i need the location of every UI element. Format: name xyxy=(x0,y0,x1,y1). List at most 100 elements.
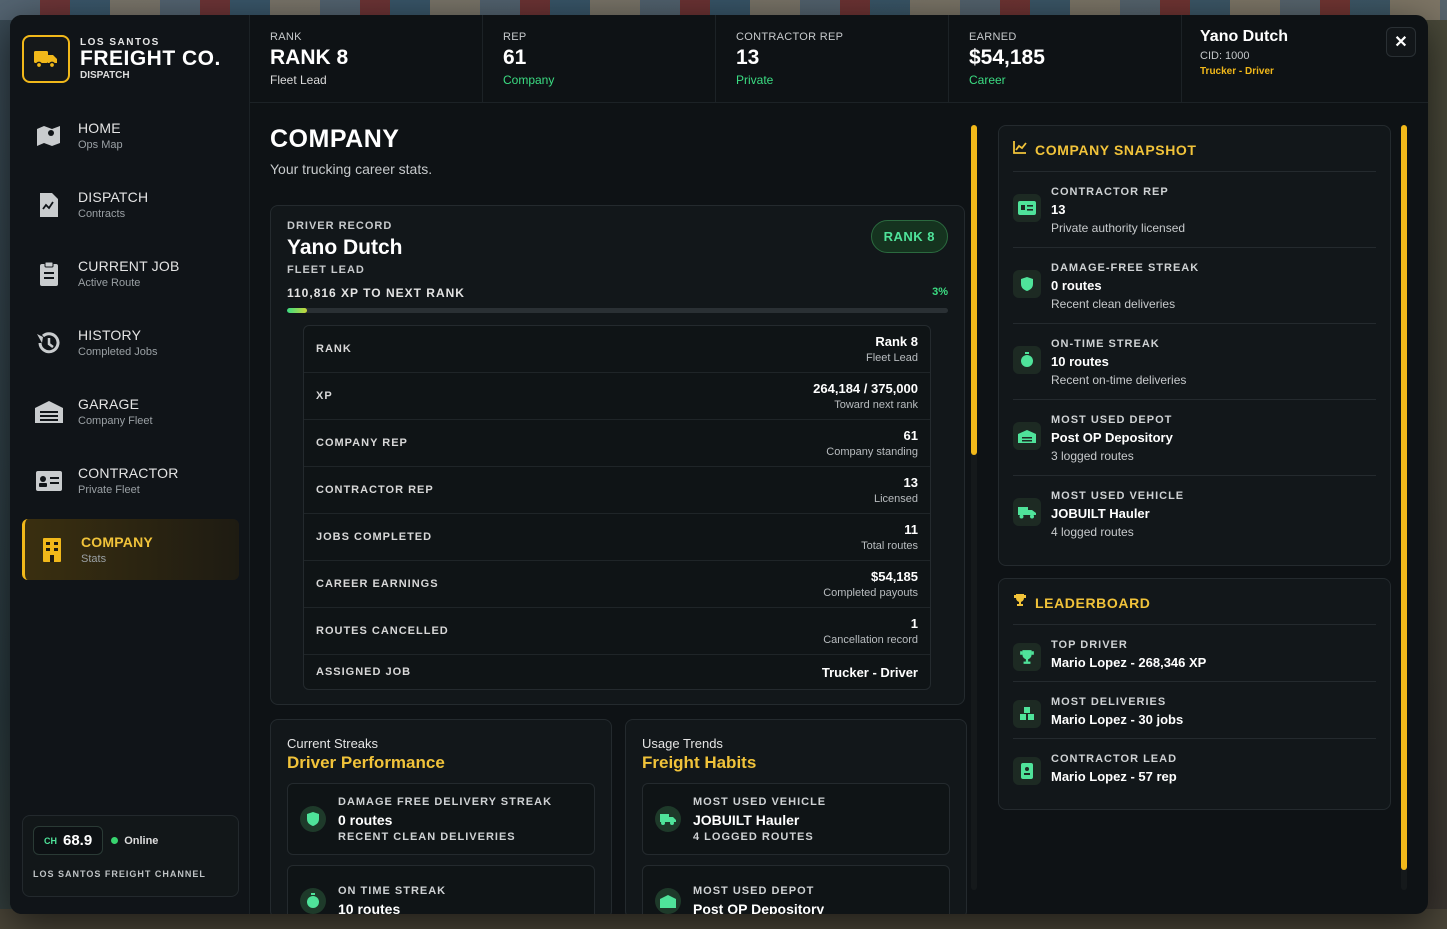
row-value: $54,185 xyxy=(871,569,918,584)
item-label: CONTRACTOR REP xyxy=(1051,186,1169,198)
item-value: 10 routes xyxy=(338,901,401,914)
item-label: MOST DELIVERIES xyxy=(1051,696,1167,708)
list-item: DAMAGE-FREE STREAK 0 routes Recent clean d… xyxy=(1013,248,1376,324)
card-kicker: Usage Trends xyxy=(642,736,723,751)
list-item: MOST DELIVERIES Mario Lopez - 30 jobs xyxy=(1013,682,1376,739)
row-key: RANK xyxy=(316,343,352,355)
id-card-icon xyxy=(1013,194,1041,222)
row-sub: Total routes xyxy=(861,540,918,552)
row-sub: Completed payouts xyxy=(823,587,918,599)
brand-sub: DISPATCH xyxy=(80,70,130,81)
status-badge: Online xyxy=(111,835,158,847)
map-icon xyxy=(34,121,64,151)
list-item: ON TIME STREAK 10 routes xyxy=(287,865,595,914)
item-value: Post OP Depository xyxy=(1051,430,1173,445)
leaderboard-panel: LEADERBOARD TOP DRIVER Mario Lopez - 268,… xyxy=(998,578,1391,810)
sidebar-item-company[interactable]: COMPANY Stats xyxy=(22,519,239,580)
rank-badge: RANK 8 xyxy=(870,220,948,253)
item-label: ON-TIME STREAK xyxy=(1051,338,1160,350)
garage-icon xyxy=(34,397,64,427)
item-sub: RECENT CLEAN DELIVERIES xyxy=(338,830,516,843)
table-row: CAREER EARNINGS $54,185 Completed payouts xyxy=(304,561,930,608)
item-label: CONTRACTOR LEAD xyxy=(1051,753,1178,765)
list-item: ON-TIME STREAK 10 routes Recent on-time de… xyxy=(1013,324,1376,400)
row-sub: Cancellation record xyxy=(823,634,918,646)
sidebar-item-home[interactable]: HOME Ops Map xyxy=(22,105,239,166)
stat-sub: Career xyxy=(969,73,1006,87)
list-item: MOST USED VEHICLE JOBUILT Hauler 4 logged … xyxy=(1013,476,1376,551)
stopwatch-icon xyxy=(300,888,326,914)
scrollbar-thumb[interactable] xyxy=(1401,125,1407,870)
history-icon xyxy=(34,328,64,358)
freight-habits-card: Usage Trends Freight Habits MOST USED VE… xyxy=(625,719,967,914)
list-item: MOST USED VEHICLE JOBUILT Hauler 4 LOGGED … xyxy=(642,783,950,855)
right-column: COMPANY SNAPSHOT CONTRACTOR REP 13 Private… xyxy=(998,125,1391,822)
nav-sub: Completed Jobs xyxy=(78,346,158,358)
row-key: ASSIGNED JOB xyxy=(316,666,412,678)
online-dot-icon xyxy=(111,837,119,844)
status-text: Online xyxy=(124,834,159,847)
row-key: COMPANY REP xyxy=(316,437,408,449)
xp-progress-fill xyxy=(287,308,307,313)
channel-pill[interactable]: CH 68.9 xyxy=(33,826,104,855)
nav-title: COMPANY xyxy=(81,534,153,550)
row-value: Trucker - Driver xyxy=(821,664,918,680)
nav-title: DISPATCH xyxy=(78,189,149,205)
warehouse-icon xyxy=(1013,422,1041,450)
list-item: DAMAGE FREE DELIVERY STREAK 0 routes RECEN… xyxy=(287,783,595,855)
item-label: MOST USED DEPOT xyxy=(1051,414,1173,426)
shield-icon xyxy=(1013,270,1041,298)
sidebar-item-contractor[interactable]: CONTRACTOR Private Fleet xyxy=(22,450,239,511)
table-row: JOBS COMPLETED 11 Total routes xyxy=(304,514,930,561)
nav-sub: Active Route xyxy=(78,277,141,289)
panel-title: LEADERBOARD xyxy=(1035,594,1151,611)
clipboard-icon xyxy=(34,259,64,289)
row-sub: Toward next rank xyxy=(834,399,918,411)
profile-role: Trucker - Driver xyxy=(1200,66,1274,77)
item-value: Post OP Depository xyxy=(693,901,825,914)
row-value: 61 xyxy=(903,428,918,443)
trophy-icon xyxy=(1013,643,1041,671)
item-label: ON TIME STREAK xyxy=(338,885,447,897)
building-icon xyxy=(37,535,67,565)
xp-progress-bar xyxy=(287,308,948,313)
right-scrollbar[interactable] xyxy=(1401,125,1407,890)
sidebar: LOS SANTOS FREIGHT CO. DISPATCH HOME Ops … xyxy=(10,15,250,914)
row-sub: Licensed xyxy=(873,493,918,505)
stat-label: RANK xyxy=(270,31,302,43)
chart-line-icon xyxy=(1013,140,1027,159)
document-icon xyxy=(34,190,64,220)
driver-performance-card: Current Streaks Driver Performance DAMAG… xyxy=(270,719,612,914)
stat-label: REP xyxy=(503,31,527,43)
sidebar-item-history[interactable]: HISTORY Completed Jobs xyxy=(22,312,239,373)
scrollbar-thumb[interactable] xyxy=(971,125,977,455)
main-scrollbar[interactable] xyxy=(971,125,977,890)
close-icon: ✕ xyxy=(1394,34,1408,51)
nav-title: CONTRACTOR xyxy=(78,465,179,481)
id-card-icon xyxy=(34,466,64,496)
stat-value: $54,185 xyxy=(969,46,1045,69)
page-subtitle: Your trucking career stats. xyxy=(270,161,433,177)
card-title: Freight Habits xyxy=(642,753,757,772)
profile-summary: Yano Dutch CID: 1000 Trucker - Driver xyxy=(1182,15,1382,102)
item-sub: 3 logged routes xyxy=(1051,449,1134,463)
nav-sub: Private Fleet xyxy=(78,484,140,496)
nav-sub: Contracts xyxy=(78,208,126,220)
sidebar-item-current-job[interactable]: CURRENT JOB Active Route xyxy=(22,243,239,304)
warehouse-icon xyxy=(655,888,681,914)
close-button[interactable]: ✕ xyxy=(1386,27,1416,57)
sidebar-item-dispatch[interactable]: DISPATCH Contracts xyxy=(22,174,239,235)
stat-sub: Fleet Lead xyxy=(270,73,327,87)
profile-cid: CID: 1000 xyxy=(1200,50,1250,62)
stat-value: 61 xyxy=(503,46,527,69)
stat-contractor-rep: CONTRACTOR REP 13 Private xyxy=(716,15,949,103)
item-value: Mario Lopez - 30 jobs xyxy=(1051,712,1184,727)
item-label: MOST USED VEHICLE xyxy=(693,795,827,808)
row-value: 13 xyxy=(903,475,918,490)
row-value: 264,184 / 375,000 xyxy=(813,381,918,396)
sidebar-item-garage[interactable]: GARAGE Company Fleet xyxy=(22,381,239,442)
nav-title: CURRENT JOB xyxy=(78,258,180,274)
item-value: JOBUILT Hauler xyxy=(693,811,800,828)
channel-label: CH xyxy=(44,835,57,846)
item-value: Mario Lopez - 57 rep xyxy=(1051,769,1177,784)
